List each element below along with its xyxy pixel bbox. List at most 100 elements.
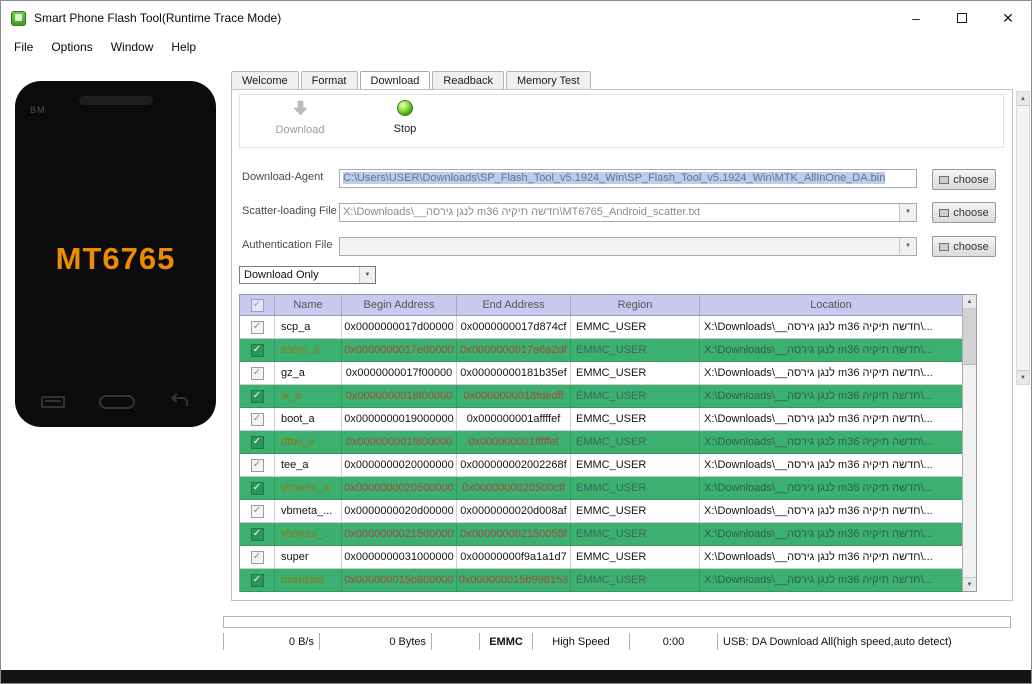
table-row[interactable]: ✓ userdata 0x000000015b800000 0x00000001… bbox=[240, 569, 962, 592]
download-agent-value: C:\Users\USER\Downloads\SP_Flash_Tool_v5… bbox=[343, 172, 886, 184]
table-row[interactable]: ✓ vbmeta_... 0x0000000021500000 0x000000… bbox=[240, 523, 962, 546]
close-button[interactable]: ✕ bbox=[985, 1, 1031, 35]
col-region[interactable]: Region bbox=[571, 295, 700, 315]
col-begin-address[interactable]: Begin Address bbox=[342, 295, 457, 315]
row-checkbox[interactable]: ✓ bbox=[250, 573, 264, 587]
chevron-down-icon[interactable]: ▼ bbox=[899, 238, 916, 255]
scroll-up-icon[interactable]: ▲ bbox=[1017, 92, 1029, 106]
download-agent-choose-button[interactable]: choose bbox=[932, 169, 996, 190]
row-checkbox-cell: ✓ bbox=[240, 385, 275, 407]
cell-begin-address: 0x0000000019000000 bbox=[342, 408, 457, 430]
row-checkbox[interactable]: ✓ bbox=[250, 320, 264, 334]
cell-region: EMMC_USER bbox=[571, 569, 700, 591]
tab[interactable]: Welcome bbox=[231, 71, 299, 90]
cell-region: EMMC_USER bbox=[571, 385, 700, 407]
check-icon: ✓ bbox=[252, 551, 262, 562]
download-tool-button[interactable]: Download bbox=[255, 100, 345, 136]
cell-location: X:\Downloads\__לנגן גירסה m36 חדשה תיקיה… bbox=[704, 551, 933, 563]
row-checkbox-cell: ✓ bbox=[240, 569, 275, 591]
download-agent-field[interactable]: C:\Users\USER\Downloads\SP_Flash_Tool_v5… bbox=[339, 169, 917, 188]
menu-item[interactable]: Window bbox=[102, 37, 163, 57]
scroll-thumb[interactable] bbox=[963, 309, 976, 365]
table-row[interactable]: ✓ vbmeta_... 0x0000000020d00000 0x000000… bbox=[240, 500, 962, 523]
auth-choose-button[interactable]: choose bbox=[932, 236, 996, 257]
auth-file-field[interactable]: ▼ bbox=[339, 237, 917, 256]
maximize-button[interactable] bbox=[939, 1, 985, 35]
status-speed: 0 B/s bbox=[223, 633, 320, 650]
check-icon: ✓ bbox=[252, 459, 262, 470]
row-checkbox[interactable]: ✓ bbox=[250, 343, 264, 357]
row-checkbox-cell: ✓ bbox=[240, 339, 275, 361]
row-checkbox[interactable]: ✓ bbox=[250, 435, 264, 449]
tab[interactable]: Readback bbox=[432, 71, 504, 90]
menu-item[interactable]: Help bbox=[162, 37, 205, 57]
row-checkbox[interactable]: ✓ bbox=[250, 527, 264, 541]
row-checkbox[interactable]: ✓ bbox=[250, 389, 264, 403]
row-checkbox[interactable]: ✓ bbox=[250, 504, 264, 518]
stop-tool-button[interactable]: Stop bbox=[375, 100, 435, 135]
menu-item[interactable]: Options bbox=[42, 37, 101, 57]
tab[interactable]: Format bbox=[300, 71, 358, 90]
row-checkbox[interactable]: ✓ bbox=[250, 412, 264, 426]
browse-file-icon bbox=[939, 175, 950, 184]
chevron-down-icon[interactable]: ▼ bbox=[899, 204, 916, 221]
panel-scrollbar[interactable]: ▲ ▼ bbox=[1016, 91, 1030, 385]
stop-tool-label: Stop bbox=[393, 123, 417, 135]
table-row[interactable]: ✓ boot_a 0x0000000019000000 0x000000001a… bbox=[240, 408, 962, 431]
table-row[interactable]: ✓ scp_a 0x0000000017d00000 0x0000000017d… bbox=[240, 316, 962, 339]
scroll-down-icon[interactable]: ▼ bbox=[963, 577, 976, 591]
scroll-up-icon[interactable]: ▲ bbox=[963, 295, 976, 309]
auth-file-label: Authentication File bbox=[242, 239, 333, 251]
scroll-down-icon[interactable]: ▼ bbox=[1017, 370, 1029, 384]
back-nav-icon bbox=[168, 392, 190, 412]
col-name[interactable]: Name bbox=[275, 295, 342, 315]
select-all-checkbox[interactable]: ✓ bbox=[250, 298, 264, 312]
cell-end-address: 0x0000000020500cff bbox=[457, 477, 571, 499]
menu-nav-icon bbox=[41, 396, 65, 408]
cell-name: vbmeta_a bbox=[275, 477, 342, 499]
cell-begin-address: 0x000000001f800000 bbox=[342, 431, 457, 453]
cell-end-address: 0x00000000181b35ef bbox=[457, 362, 571, 384]
menu-item[interactable]: File bbox=[5, 37, 42, 57]
cell-region: EMMC_USER bbox=[571, 339, 700, 361]
check-icon: ✓ bbox=[252, 505, 262, 516]
cell-begin-address: 0x0000000017e00000 bbox=[342, 339, 457, 361]
browse-file-icon bbox=[939, 208, 950, 217]
table-row[interactable]: ✓ super 0x0000000031000000 0x00000000f9a… bbox=[240, 546, 962, 569]
table-row[interactable]: ✓ tee_a 0x0000000020000000 0x00000000200… bbox=[240, 454, 962, 477]
tab[interactable]: Memory Test bbox=[505, 71, 591, 90]
table-scrollbar[interactable]: ▲ ▼ bbox=[962, 295, 976, 591]
row-checkbox[interactable]: ✓ bbox=[250, 458, 264, 472]
table-row[interactable]: ✓ dtbo_a 0x000000001f800000 0x000000001f… bbox=[240, 431, 962, 454]
phone-image: BM MT6765 bbox=[15, 81, 216, 427]
download-icon bbox=[292, 100, 309, 121]
col-end-address[interactable]: End Address bbox=[457, 295, 571, 315]
table-header: ✓ Name Begin Address End Address Region … bbox=[240, 295, 962, 316]
row-checkbox[interactable]: ✓ bbox=[250, 366, 264, 380]
table-row[interactable]: ✓ sspm_a 0x0000000017e00000 0x0000000017… bbox=[240, 339, 962, 362]
check-icon: ✓ bbox=[252, 390, 262, 401]
mode-select[interactable]: Download Only ▼ bbox=[239, 266, 376, 284]
cell-name: lk_a bbox=[275, 385, 342, 407]
cell-region: EMMC_USER bbox=[571, 431, 700, 453]
cell-location: X:\Downloads\__לנגן גירסה m36 חדשה תיקיה… bbox=[704, 574, 933, 586]
scatter-file-field[interactable]: X:\Downloads\__לנגן גירסה m36 חדשה תיקיה… bbox=[339, 203, 917, 222]
cell-name: vbmeta_... bbox=[275, 523, 342, 545]
table-row[interactable]: ✓ lk_a 0x0000000018f00000 0x0000000018fd… bbox=[240, 385, 962, 408]
tab[interactable]: Download bbox=[359, 71, 431, 91]
table-row[interactable]: ✓ gz_a 0x0000000017f00000 0x00000000181b… bbox=[240, 362, 962, 385]
minimize-button[interactable]: – bbox=[893, 1, 939, 35]
chevron-down-icon[interactable]: ▼ bbox=[359, 267, 375, 283]
table-row[interactable]: ✓ vbmeta_a 0x0000000020500000 0x00000000… bbox=[240, 477, 962, 500]
col-location[interactable]: Location bbox=[700, 295, 962, 315]
cell-end-address: 0x0000000017d874cf bbox=[457, 316, 571, 338]
row-checkbox[interactable]: ✓ bbox=[250, 550, 264, 564]
cell-end-address: 0x000000015b998153 bbox=[457, 569, 571, 591]
scatter-file-value: X:\Downloads\__לנגן גירסה m36 חדשה תיקיה… bbox=[343, 206, 701, 218]
row-checkbox-cell: ✓ bbox=[240, 431, 275, 453]
cell-name: vbmeta_... bbox=[275, 500, 342, 522]
scatter-choose-button[interactable]: choose bbox=[932, 202, 996, 223]
check-icon: ✓ bbox=[252, 344, 262, 355]
row-checkbox[interactable]: ✓ bbox=[250, 481, 264, 495]
check-icon: ✓ bbox=[252, 482, 262, 493]
